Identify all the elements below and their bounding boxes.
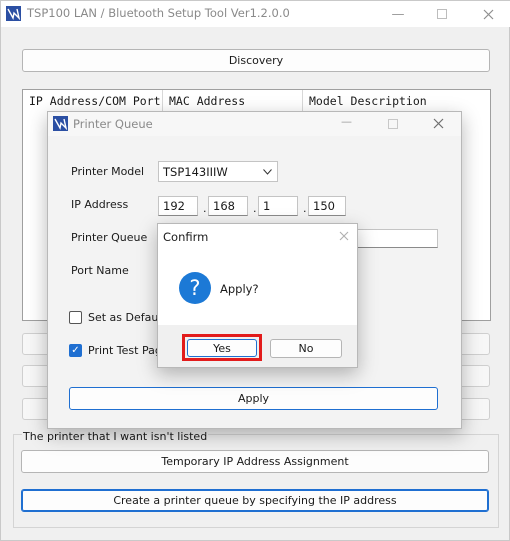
ip-separator-1: . [203, 202, 207, 215]
port-name-label: Port Name [71, 264, 129, 277]
main-titlebar: TSP100 LAN / Bluetooth Setup Tool Ver1.2… [1, 1, 510, 27]
printer-queue-input[interactable] [356, 229, 438, 248]
print-test-checkbox[interactable]: ✓ [69, 344, 82, 357]
queue-logo-icon [53, 116, 68, 131]
queue-dialog-title: Printer Queue [73, 117, 153, 131]
printer-model-value: TSP143IIIW [163, 164, 228, 179]
chevron-down-icon [263, 169, 272, 175]
temp-ip-button[interactable]: Temporary IP Address Assignment [21, 450, 489, 473]
confirm-message: Apply? [220, 282, 259, 296]
app-logo-icon [6, 6, 21, 21]
maximize-button[interactable] [420, 1, 464, 27]
confirm-dialog: Confirm ? Apply? Yes No [157, 223, 358, 368]
manual-group: The printer that I want isn't listed Tem… [13, 430, 499, 528]
no-button[interactable]: No [270, 339, 342, 358]
confirm-close-icon[interactable] [339, 231, 349, 241]
queue-maximize-icon[interactable] [388, 119, 398, 129]
printer-model-label: Printer Model [71, 165, 145, 178]
ip-octet-3[interactable]: 1 [258, 196, 298, 216]
discovery-button[interactable]: Discovery [22, 49, 490, 72]
column-header-ip[interactable]: IP Address/COM Port [23, 90, 163, 112]
queue-close-icon[interactable] [433, 118, 444, 129]
apply-button[interactable]: Apply [69, 387, 438, 410]
printer-queue-label: Printer Queue [71, 231, 148, 244]
set-default-checkbox[interactable] [69, 311, 82, 324]
queue-titlebar: Printer Queue — [48, 112, 461, 136]
svg-text:?: ? [189, 276, 200, 300]
minimize-button[interactable]: — [376, 1, 420, 27]
create-queue-button[interactable]: Create a printer queue by specifying the… [21, 489, 489, 512]
main-window-title: TSP100 LAN / Bluetooth Setup Tool Ver1.2… [27, 6, 290, 20]
column-header-model[interactable]: Model Description [303, 90, 491, 112]
confirm-button-bar: Yes No [158, 325, 357, 367]
set-default-label: Set as Default [88, 311, 166, 324]
close-icon [483, 9, 493, 19]
maximize-icon [437, 9, 447, 19]
ip-separator-2: . [253, 202, 257, 215]
close-button[interactable] [466, 1, 510, 27]
ip-octet-2[interactable]: 168 [208, 196, 248, 216]
not-listed-label: The printer that I want isn't listed [22, 430, 209, 443]
ip-address-label: IP Address [71, 198, 129, 211]
question-icon: ? [179, 272, 211, 304]
confirm-dialog-title: Confirm [163, 230, 209, 244]
queue-minimize-icon[interactable]: — [341, 115, 352, 128]
ip-octet-4[interactable]: 150 [308, 196, 346, 216]
checkmark-icon: ✓ [71, 345, 80, 356]
ip-octet-1[interactable]: 192 [158, 196, 198, 216]
column-header-mac[interactable]: MAC Address [163, 90, 303, 112]
ip-separator-3: . [303, 202, 307, 215]
minimize-icon: — [391, 6, 405, 22]
yes-button[interactable]: Yes [187, 339, 257, 357]
printer-model-select[interactable]: TSP143IIIW [158, 161, 278, 182]
